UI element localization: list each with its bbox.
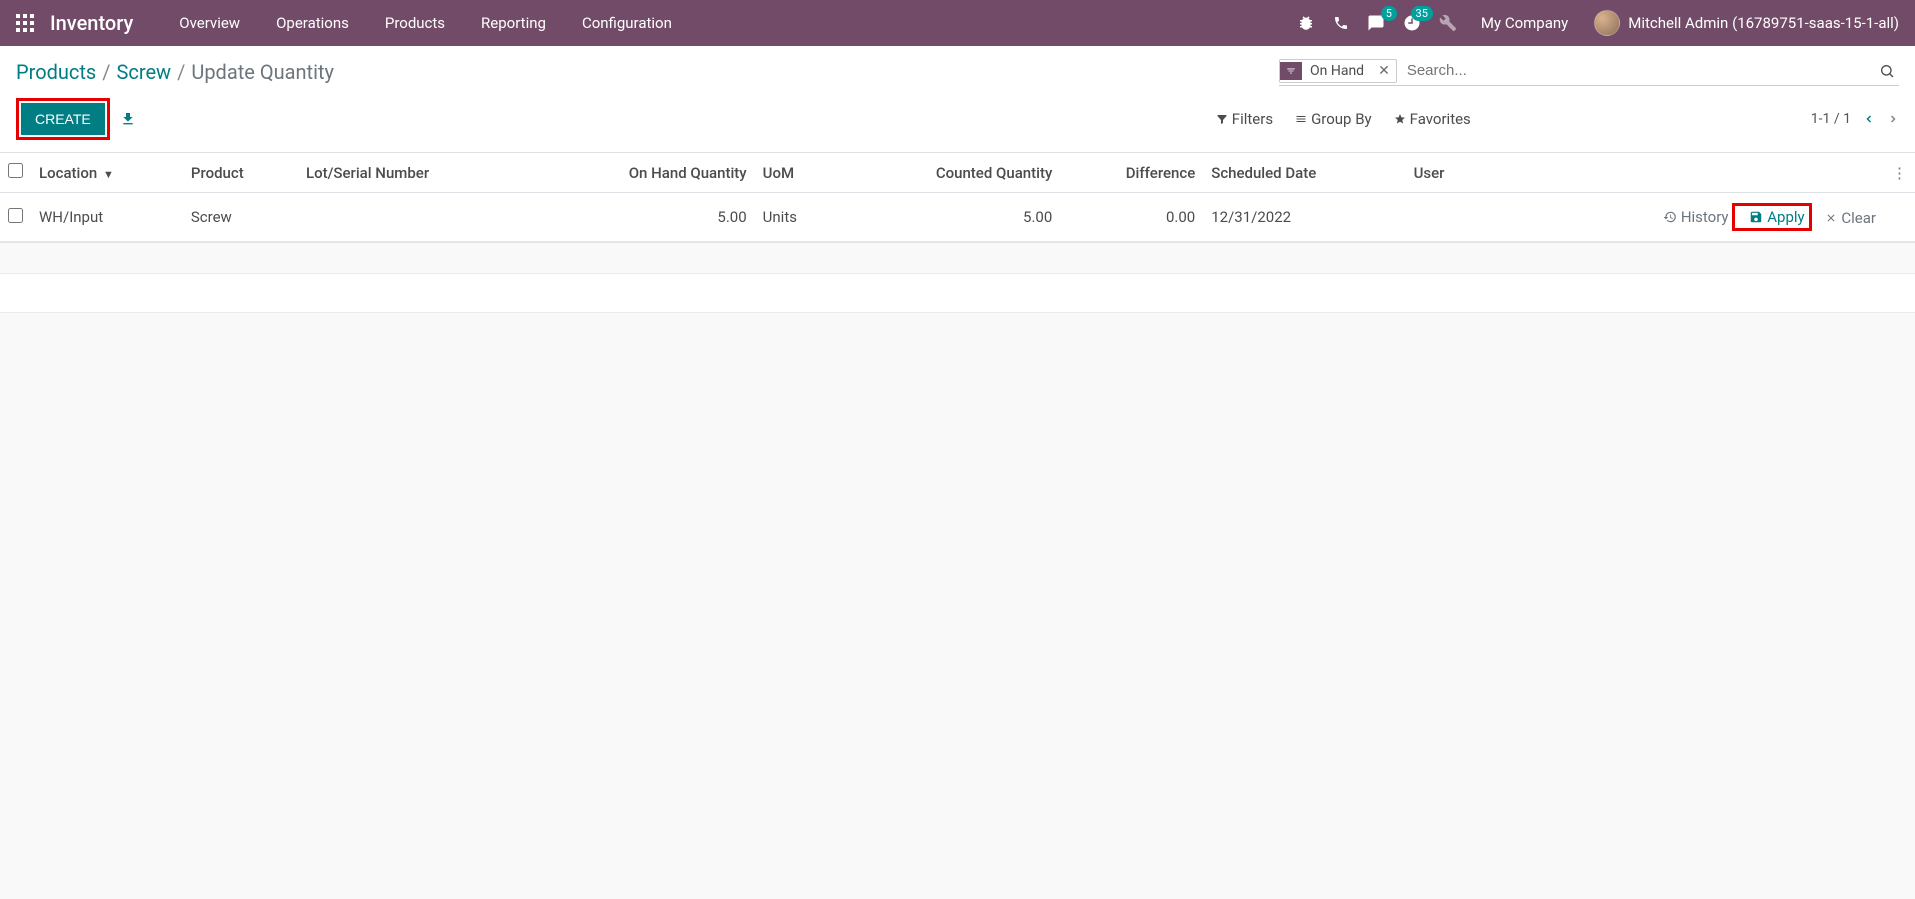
- list-view: Location ▼ Product Lot/Serial Number On …: [0, 153, 1915, 243]
- breadcrumb-screw[interactable]: Screw: [117, 60, 172, 84]
- breadcrumb-current: Update Quantity: [191, 60, 334, 84]
- breadcrumb-products[interactable]: Products: [16, 60, 96, 84]
- app-brand[interactable]: Inventory: [50, 11, 133, 35]
- user-name: Mitchell Admin (16789751-saas-15-1-all): [1628, 14, 1899, 32]
- menu-overview[interactable]: Overview: [161, 0, 258, 46]
- cell-location: WH/Input: [31, 193, 183, 242]
- clear-button[interactable]: Clear: [1825, 209, 1876, 227]
- col-counted[interactable]: Counted Quantity: [839, 153, 1061, 193]
- col-product[interactable]: Product: [183, 153, 298, 193]
- menu-configuration[interactable]: Configuration: [564, 0, 690, 46]
- col-difference[interactable]: Difference: [1060, 153, 1203, 193]
- history-button[interactable]: History: [1663, 208, 1729, 226]
- facet-label: On Hand: [1302, 60, 1372, 82]
- phone-icon[interactable]: [1333, 15, 1349, 31]
- activities-badge: 35: [1411, 6, 1433, 21]
- avatar: [1594, 10, 1620, 36]
- cell-onhand: 5.00: [531, 193, 755, 242]
- col-scheduled[interactable]: Scheduled Date: [1203, 153, 1405, 193]
- search-input[interactable]: [1403, 58, 1875, 83]
- pager-next-icon[interactable]: [1887, 112, 1899, 126]
- apps-icon[interactable]: [16, 14, 34, 32]
- col-user[interactable]: User: [1406, 153, 1484, 193]
- caret-down-icon: ▼: [103, 168, 114, 181]
- user-menu[interactable]: Mitchell Admin (16789751-saas-15-1-all): [1594, 10, 1899, 36]
- top-navbar: Inventory Overview Operations Products R…: [0, 0, 1915, 46]
- filters-button[interactable]: Filters: [1216, 110, 1273, 128]
- tools-icon[interactable]: [1439, 14, 1457, 32]
- breadcrumb: Products / Screw / Update Quantity: [16, 60, 334, 84]
- messages-icon[interactable]: 5: [1367, 14, 1385, 32]
- search-icon[interactable]: [1875, 63, 1899, 79]
- control-panel: Products / Screw / Update Quantity On Ha…: [0, 46, 1915, 153]
- col-uom[interactable]: UoM: [755, 153, 839, 193]
- bug-icon[interactable]: [1297, 14, 1315, 32]
- menu-reporting[interactable]: Reporting: [463, 0, 564, 46]
- company-switcher[interactable]: My Company: [1481, 14, 1568, 32]
- favorites-button[interactable]: Favorites: [1394, 110, 1471, 128]
- cell-scheduled[interactable]: 12/31/2022: [1203, 193, 1405, 242]
- search-box[interactable]: On Hand ✕: [1279, 58, 1899, 86]
- menu-operations[interactable]: Operations: [258, 0, 367, 46]
- export-icon[interactable]: [120, 111, 136, 127]
- search-options: Filters Group By Favorites: [1216, 110, 1471, 128]
- col-lot[interactable]: Lot/Serial Number: [298, 153, 531, 193]
- col-onhand[interactable]: On Hand Quantity: [531, 153, 755, 193]
- messages-badge: 5: [1381, 6, 1397, 21]
- select-all-checkbox[interactable]: [8, 163, 23, 178]
- table-row[interactable]: WH/Input Screw 5.00 Units 5.00 0.00 12/3…: [0, 193, 1915, 242]
- menu-products[interactable]: Products: [367, 0, 463, 46]
- filter-icon: [1280, 62, 1302, 80]
- pager-prev-icon[interactable]: [1863, 112, 1875, 126]
- facet-close-icon[interactable]: ✕: [1372, 60, 1396, 82]
- main-menu: Overview Operations Products Reporting C…: [161, 0, 690, 46]
- create-button[interactable]: CREATE: [21, 103, 105, 135]
- cell-product: Screw: [183, 193, 298, 242]
- row-checkbox[interactable]: [8, 208, 23, 223]
- pager: 1-1 / 1: [1471, 111, 1899, 127]
- create-highlight: CREATE: [16, 98, 110, 140]
- cell-uom: Units: [755, 193, 839, 242]
- cell-counted[interactable]: 5.00: [839, 193, 1061, 242]
- groupby-button[interactable]: Group By: [1295, 110, 1372, 128]
- search-facet-onhand: On Hand ✕: [1279, 59, 1397, 83]
- pager-range[interactable]: 1-1 / 1: [1811, 111, 1851, 127]
- systray: 5 35 My Company Mitchell Admin (16789751…: [1297, 10, 1899, 36]
- col-location[interactable]: Location ▼: [31, 153, 183, 193]
- cell-lot: [298, 193, 531, 242]
- columns-menu-icon[interactable]: ⋮: [1884, 153, 1915, 193]
- footer-band: [0, 273, 1915, 313]
- cell-difference: 0.00: [1060, 193, 1203, 242]
- apply-highlight: Apply: [1732, 203, 1811, 231]
- apply-button[interactable]: Apply: [1749, 208, 1804, 226]
- cell-user[interactable]: [1406, 193, 1484, 242]
- activities-icon[interactable]: 35: [1403, 14, 1421, 32]
